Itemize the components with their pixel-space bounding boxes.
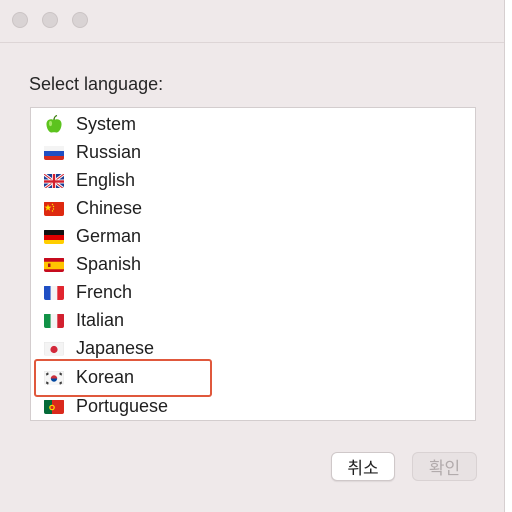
cancel-button[interactable]: 취소 (331, 452, 395, 481)
language-item-chinese[interactable]: Chinese (44, 194, 142, 222)
language-item-english[interactable]: English (44, 166, 135, 194)
language-label: German (76, 225, 142, 246)
language-label: Spanish (76, 253, 142, 274)
title-bar (0, 0, 504, 43)
korean-highlight-box (34, 359, 212, 397)
language-item-french[interactable]: French (44, 278, 132, 306)
language-item-german[interactable]: German (44, 222, 141, 250)
france-flag-icon (44, 285, 64, 300)
china-flag-icon (44, 201, 64, 216)
apple-icon (44, 114, 64, 133)
spain-flag-icon (44, 257, 64, 272)
language-label: Japanese (76, 337, 155, 358)
zoom-window-button[interactable] (72, 12, 88, 28)
language-label: Portuguese (76, 395, 169, 416)
language-label: English (76, 169, 136, 190)
italy-flag-icon (44, 313, 64, 328)
close-window-button[interactable] (12, 12, 28, 28)
uk-flag-icon (44, 172, 64, 188)
japan-flag-icon (44, 341, 64, 356)
portugal-flag-icon (44, 399, 64, 414)
language-item-italian[interactable]: Italian (44, 306, 124, 334)
language-label: Chinese (76, 197, 143, 218)
minimize-window-button[interactable] (42, 12, 58, 28)
language-item-system[interactable]: System (44, 110, 136, 138)
russia-flag-icon (44, 145, 64, 160)
ok-button[interactable]: 확인 (412, 452, 477, 481)
language-item-russian[interactable]: Russian (44, 138, 141, 166)
language-label: Russian (76, 141, 142, 162)
language-label: Italian (76, 309, 125, 330)
language-item-spanish[interactable]: Spanish (44, 250, 141, 278)
language-label: French (76, 281, 133, 302)
language-label: System (76, 113, 137, 134)
language-dialog-window: Select language: System Russian English … (0, 0, 505, 512)
language-item-japanese[interactable]: Japanese (44, 334, 154, 362)
germany-flag-icon (44, 229, 64, 244)
select-language-label: Select language: (29, 74, 164, 94)
